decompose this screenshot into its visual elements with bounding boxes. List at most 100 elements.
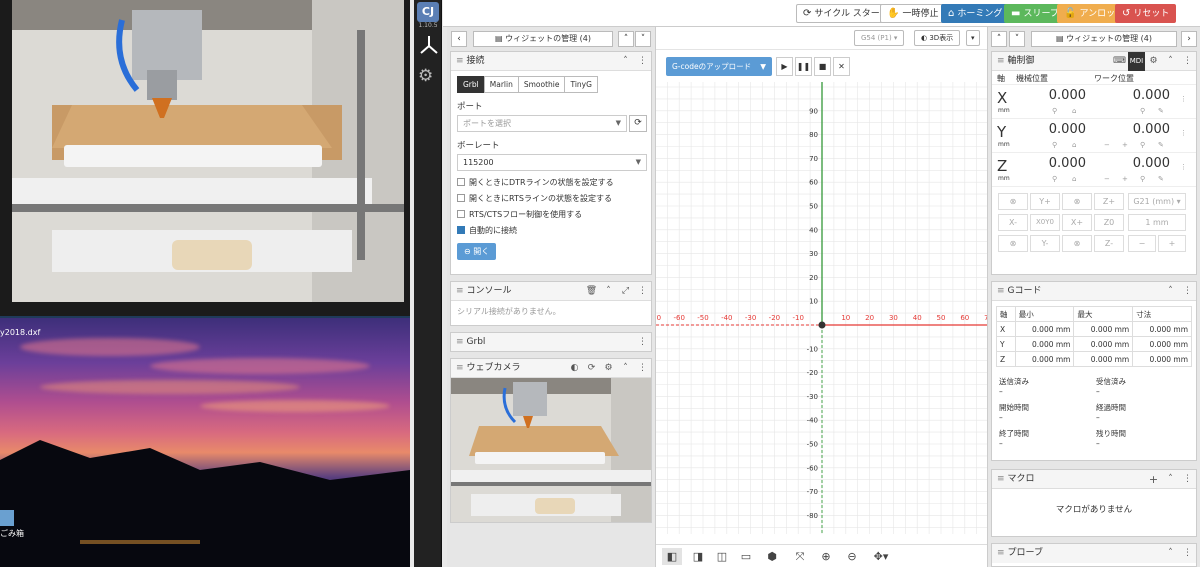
plus-icon[interactable]: + [1122,175,1128,183]
view-top-icon[interactable]: ◨ [688,548,708,565]
more-options-icon[interactable]: ⋮ [634,52,651,71]
gear-icon[interactable]: ⚙ [600,359,617,378]
desktop-file-label[interactable]: y2018.dxf [0,328,40,337]
view-cube-icon[interactable]: ⬢ [762,548,782,565]
drag-handle-icon[interactable]: ≡ [997,56,1005,66]
pan-mode-icon[interactable]: ✥▾ [868,548,894,565]
work-position-value[interactable]: 0.000 [1096,88,1170,103]
rtscts-checkbox[interactable] [457,209,465,218]
jog-x-minus-button[interactable]: X- [998,214,1028,231]
step-increase-button[interactable]: + [1158,235,1186,252]
collapse-icon[interactable]: ˄ [1162,52,1179,71]
jog-z-plus-button[interactable]: Z+ [1094,193,1124,210]
work-position-value[interactable]: 0.000 [1096,156,1170,171]
open-connection-button[interactable]: ⊖ 開く [457,243,497,260]
drag-handle-icon[interactable]: ≡ [456,363,464,373]
edit-icon[interactable]: ✎ [1158,175,1164,183]
drag-handle-icon[interactable]: ≡ [997,286,1005,296]
rts-checkbox[interactable] [457,193,465,202]
autoconnect-checkbox[interactable] [457,225,465,234]
trash-icon[interactable]: 🗑 [583,282,600,301]
collapse-icon[interactable]: ˄ [1162,544,1179,563]
collapse-right-icon[interactable]: › [1181,31,1197,47]
plus-icon[interactable]: + [1122,141,1128,149]
chevron-up-icon[interactable]: ˄ [618,31,634,47]
keyboard-icon[interactable]: ⌨ [1111,52,1128,71]
more-options-icon[interactable]: ⋮ [634,282,651,301]
chevron-up-icon[interactable]: ˄ [991,31,1007,47]
more-options-icon[interactable]: ⋮ [634,333,651,351]
pin-icon[interactable]: ⚲ [1052,107,1057,115]
more-options-icon[interactable]: ⋮ [1179,282,1196,301]
reset-button[interactable]: ↺ リセット [1115,4,1177,23]
view-3d-icon[interactable]: ◧ [662,548,682,565]
tab-grbl[interactable]: Grbl [457,76,485,93]
edit-icon[interactable]: ✎ [1158,141,1164,149]
drag-handle-icon[interactable]: ≡ [456,56,464,66]
collapse-icon[interactable]: ˄ [617,52,634,71]
more-options-icon[interactable]: ⋮ [1180,129,1187,137]
jog-x-plus-button[interactable]: X+ [1062,214,1092,231]
stop-button[interactable]: ■ [814,57,831,76]
option-dtr[interactable]: 開くときにDTRラインの状態を設定する [457,177,645,188]
visualizer-grid[interactable]: -70-60-50-40-30-20-1010203040506070-100-… [656,82,988,534]
refresh-icon[interactable]: ⟳ [583,359,600,378]
tab-tinyg[interactable]: TinyG [564,76,598,93]
add-macro-icon[interactable]: + [1145,470,1162,489]
widget-manager-button[interactable]: ▤ ウィジェットの管理 (4) [1031,31,1177,47]
view-side-icon[interactable]: ▭ [736,548,756,565]
pin-icon[interactable]: ⚲ [1140,141,1145,149]
jog-z-minus-button[interactable]: Z- [1094,235,1124,252]
port-select[interactable]: ポートを選択 ▼ [457,115,627,132]
toggle-icon[interactable]: ◐ [566,359,583,378]
collapse-icon[interactable]: ˄ [1162,470,1179,489]
workspace-axes-icon[interactable] [418,34,440,56]
run-button[interactable]: ▶ [776,57,793,76]
drag-handle-icon[interactable]: ≡ [997,474,1005,484]
tab-marlin[interactable]: Marlin [483,76,519,93]
drag-handle-icon[interactable]: ≡ [456,286,464,296]
chevron-down-icon[interactable]: ˅ [635,31,651,47]
dtr-checkbox[interactable] [457,177,465,186]
step-select[interactable]: 1 mm [1128,214,1186,231]
pause-job-button[interactable]: ❚❚ [795,57,812,76]
upload-gcode-button[interactable]: G-codeのアップロード ▼ [666,57,772,76]
pin-icon[interactable]: ⚲ [1140,107,1145,115]
option-autoconnect[interactable]: 自動的に接続 [457,225,645,236]
jog-x-plus-y-minus-button[interactable]: ⊗ [1062,235,1092,252]
widget-manager-button[interactable]: ▤ ウィジェットの管理 (4) [473,31,613,47]
collapse-icon[interactable]: ˄ [600,282,617,301]
drag-handle-icon[interactable]: ≡ [997,548,1005,558]
homing-button[interactable]: ⌂ ホーミング [941,4,1010,23]
zoom-out-icon[interactable]: ⊖ [842,548,862,565]
more-options-icon[interactable]: ⋮ [1179,470,1196,489]
option-rts[interactable]: 開くときにRTSラインの状態を設定する [457,193,645,204]
gear-icon[interactable]: ⚙ [1145,52,1162,71]
minus-icon[interactable]: − [1104,175,1110,183]
more-options-icon[interactable]: ⋮ [1180,95,1187,103]
expand-icon[interactable]: ⤢ [617,282,634,301]
app-logo[interactable]: CJ [417,2,439,22]
wcs-select[interactable]: G54 (P1) ▾ [854,30,905,46]
drag-handle-icon[interactable]: ≡ [456,337,464,347]
fit-view-icon[interactable]: ⤧ [790,548,810,565]
jog-y-plus-button[interactable]: Y+ [1030,193,1060,210]
chevron-down-icon[interactable]: ˅ [1009,31,1025,47]
home-icon[interactable]: ⌂ [1072,175,1076,183]
jog-x-minus-y-plus-button[interactable]: ⊗ [998,193,1028,210]
home-icon[interactable]: ⌂ [1072,107,1076,115]
view-3d-button[interactable]: ◐ 3D表示 [914,30,961,46]
more-options-icon[interactable]: ⋮ [1179,52,1196,71]
zoom-in-icon[interactable]: ⊕ [816,548,836,565]
step-decrease-button[interactable]: − [1128,235,1156,252]
edit-icon[interactable]: ✎ [1158,107,1164,115]
jog-x-minus-y-minus-button[interactable]: ⊗ [998,235,1028,252]
option-rtscts[interactable]: RTS/CTSフロー制御を使用する [457,209,645,220]
settings-gear-icon[interactable]: ⚙ [418,66,440,86]
collapse-icon[interactable]: ˄ [1162,282,1179,301]
units-select[interactable]: G21 (mm) ▾ [1128,193,1186,210]
more-options-icon[interactable]: ⋮ [1179,544,1196,563]
pin-icon[interactable]: ⚲ [1140,175,1145,183]
home-icon[interactable]: ⌂ [1072,141,1076,149]
tab-smoothie[interactable]: Smoothie [517,76,566,93]
